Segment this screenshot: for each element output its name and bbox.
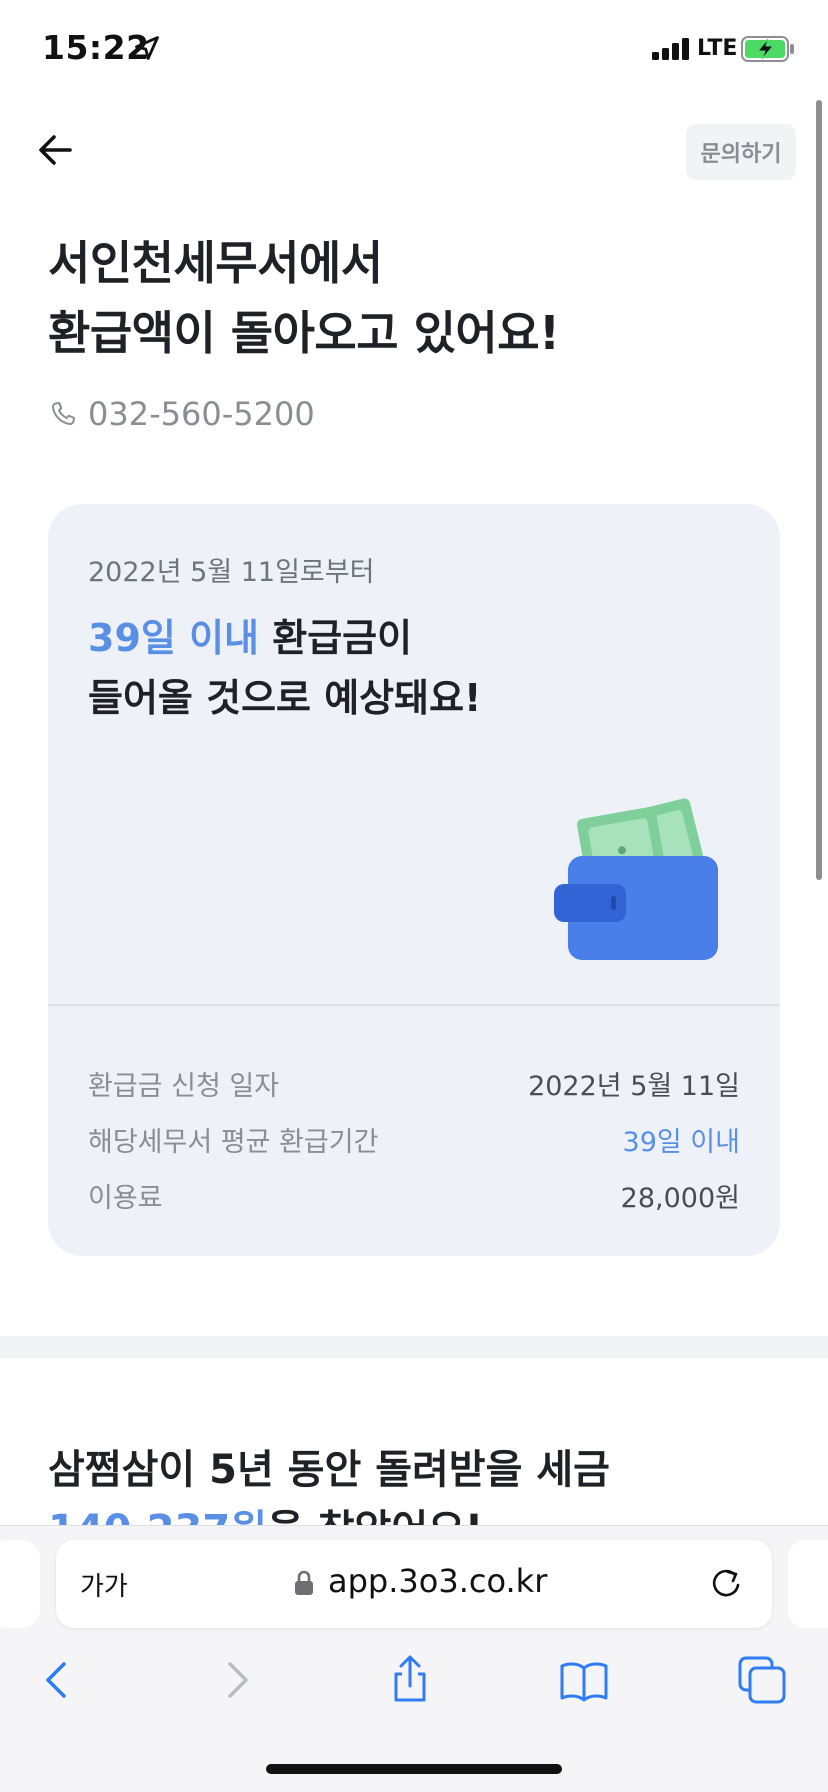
card-headline-rest: 환급금이 <box>259 616 413 660</box>
section-divider <box>0 1336 828 1358</box>
found-tax-title: 삼쩜삼이 5년 동안 돌려받을 세금 140,237원을 찾았어요! <box>48 1440 788 1525</box>
back-arrow-button[interactable] <box>34 128 78 172</box>
found-tax-line-2-rest: 을 찾았어요! <box>267 1507 483 1525</box>
previous-tab-preview[interactable] <box>0 1540 40 1628</box>
lock-icon <box>295 1570 313 1595</box>
detail-row-fee: 이용료 28,000원 <box>88 1175 740 1215</box>
detail-value: 39일 이내 <box>622 1126 740 1158</box>
scroll-indicator[interactable] <box>816 100 822 880</box>
page-title: 서인천세무서에서 환급액이 돌아오고 있어요! <box>48 228 560 368</box>
address-bar[interactable]: 가가 app.3o3.co.kr <box>56 1540 772 1628</box>
found-tax-amount: 140,237원 <box>48 1507 267 1525</box>
inquiry-button[interactable]: 문의하기 <box>686 124 796 180</box>
detail-label: 환급금 신청 일자 <box>88 1070 280 1102</box>
card-headline-line-2: 들어올 것으로 예상돼요! <box>88 676 482 720</box>
wallet-money-icon <box>554 798 718 960</box>
status-bar: 15:22 LTE <box>0 0 828 100</box>
detail-label: 이용료 <box>88 1182 163 1214</box>
bookmarks-icon[interactable] <box>558 1654 610 1706</box>
text-size-button[interactable]: 가가 <box>80 1566 128 1603</box>
card-start-date: 2022년 5월 11일로부터 <box>88 557 375 588</box>
network-type: LTE <box>697 36 738 61</box>
detail-row-average-period: 해당세무서 평균 환급기간 39일 이내 <box>88 1119 740 1159</box>
card-headline: 39일 이내 환급금이 들어올 것으로 예상돼요! <box>88 608 481 728</box>
found-tax-line-1: 삼쩜삼이 5년 동안 돌려받을 세금 <box>48 1447 610 1493</box>
phone-link[interactable]: 032-560-5200 <box>48 395 315 433</box>
browser-forward-icon[interactable] <box>210 1654 262 1706</box>
home-indicator[interactable] <box>266 1764 562 1774</box>
signal-icon <box>652 38 692 60</box>
refund-estimate-card: 2022년 5월 11일로부터 39일 이내 환급금이 들어올 것으로 예상돼요… <box>48 504 780 1256</box>
detail-label: 해당세무서 평균 환급기간 <box>88 1126 379 1158</box>
reload-icon[interactable] <box>708 1566 744 1602</box>
phone-icon <box>51 402 75 426</box>
browser-back-icon[interactable] <box>32 1654 84 1706</box>
battery-charging-icon <box>741 36 794 62</box>
title-line-1: 서인천세무서에서 <box>48 236 383 290</box>
detail-value: 28,000원 <box>620 1182 740 1214</box>
location-arrow-icon <box>135 36 159 60</box>
detail-row-application-date: 환급금 신청 일자 2022년 5월 11일 <box>88 1063 740 1103</box>
url-text[interactable]: app.3o3.co.kr <box>328 1562 547 1600</box>
title-line-2: 환급액이 돌아오고 있어요! <box>48 306 560 360</box>
card-divider <box>48 1004 780 1006</box>
card-headline-highlight: 39일 이내 <box>88 616 259 660</box>
detail-value: 2022년 5월 11일 <box>528 1070 740 1102</box>
phone-number: 032-560-5200 <box>88 395 315 433</box>
tabs-icon[interactable] <box>736 1654 788 1706</box>
next-tab-preview[interactable] <box>788 1540 828 1628</box>
share-icon[interactable] <box>384 1654 436 1706</box>
